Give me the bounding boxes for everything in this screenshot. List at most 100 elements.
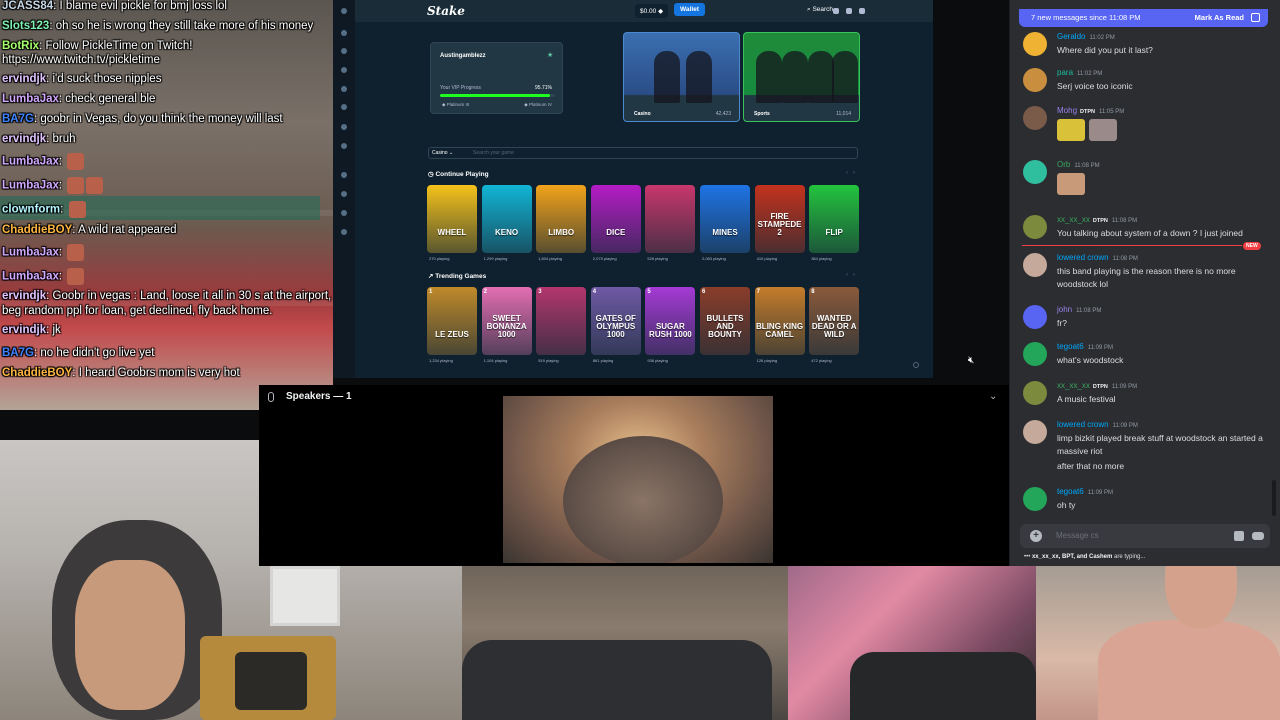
casino-banner[interactable]: Casino 42,423 bbox=[623, 32, 740, 122]
stake-logo[interactable]: Stake bbox=[427, 4, 465, 18]
discord-message[interactable]: john 11:08 PM fr? bbox=[1023, 305, 1273, 345]
mute-icon[interactable]: 🔇︎ bbox=[968, 355, 974, 366]
chat-username[interactable]: LumbaJax bbox=[2, 156, 59, 168]
user-icon[interactable] bbox=[833, 8, 839, 14]
discord-message[interactable]: Orb 11:08 PM bbox=[1023, 160, 1273, 200]
message-author[interactable]: Geraldo bbox=[1057, 32, 1085, 41]
search-category-select[interactable]: Casino ⌄ bbox=[432, 150, 453, 156]
chat-icon[interactable] bbox=[859, 8, 865, 14]
continue-playing-arrows[interactable]: ‹ › bbox=[846, 170, 855, 176]
wallet-balance[interactable]: $0.00 ◆ bbox=[635, 4, 669, 18]
chat-username[interactable]: ervindjk bbox=[2, 290, 46, 302]
chat-username[interactable]: Slots123 bbox=[2, 20, 49, 32]
message-placeholder[interactable]: Message cs bbox=[1056, 531, 1099, 540]
discord-message[interactable]: xx_xx_xx DTPN 11:08 PM You talking about sy… bbox=[1023, 215, 1273, 255]
emoji-image[interactable] bbox=[1057, 173, 1085, 195]
game-search-bar[interactable]: Casino ⌄ Search your game bbox=[428, 147, 858, 159]
sponsor-icon[interactable] bbox=[341, 191, 347, 197]
promotions-icon[interactable] bbox=[341, 104, 347, 110]
chat-username[interactable]: ChaddieBOY bbox=[2, 367, 72, 379]
user-avatar[interactable] bbox=[1023, 215, 1047, 239]
game-tile[interactable]: FLIP bbox=[809, 185, 860, 253]
message-author[interactable]: john bbox=[1057, 305, 1072, 314]
user-avatar[interactable] bbox=[1023, 342, 1047, 366]
message-author[interactable]: tegoat6 bbox=[1057, 342, 1084, 351]
message-author[interactable]: lowered crown bbox=[1057, 253, 1109, 262]
game-tile[interactable]: 8 WANTED DEAD OR A WILD bbox=[809, 287, 860, 355]
message-author[interactable]: tegoat6 bbox=[1057, 487, 1084, 496]
discord-message[interactable]: para 11:02 PM Serj voice too iconic bbox=[1023, 68, 1273, 108]
discord-message[interactable]: lowered crown 11:09 PM limp bizkit played … bbox=[1023, 420, 1273, 471]
chat-username[interactable]: LumbaJax bbox=[2, 247, 59, 259]
game-tile[interactable]: 2 SWEET BONANZA 1000 bbox=[481, 287, 532, 355]
chat-username[interactable]: BA7G bbox=[2, 347, 34, 359]
live-support-icon[interactable] bbox=[341, 210, 347, 216]
discord-message[interactable]: tegoat6 11:09 PM oh ty bbox=[1023, 487, 1273, 527]
chat-username[interactable]: ervindjk bbox=[2, 133, 46, 145]
user-avatar[interactable] bbox=[1023, 32, 1047, 56]
casino-icon[interactable] bbox=[341, 30, 347, 36]
chat-username[interactable]: LumbaJax bbox=[2, 271, 59, 283]
notifications-icon[interactable] bbox=[846, 8, 852, 14]
game-tile[interactable]: DICE bbox=[590, 185, 641, 253]
game-tile[interactable] bbox=[645, 185, 696, 253]
game-tile[interactable]: 6 BULLETS AND BOUNTY bbox=[700, 287, 750, 355]
user-avatar[interactable] bbox=[1023, 253, 1047, 277]
refresh-icon[interactable] bbox=[913, 362, 919, 368]
user-avatar[interactable] bbox=[1023, 487, 1047, 511]
game-tile[interactable]: 7 BLING KING CAMEL bbox=[754, 287, 805, 355]
mark-as-read-button[interactable]: Mark As Read bbox=[1195, 13, 1244, 22]
emoji-image[interactable] bbox=[1089, 119, 1117, 141]
user-avatar[interactable] bbox=[1023, 381, 1047, 405]
message-author[interactable]: xx_xx_xx bbox=[1057, 381, 1090, 390]
discord-message[interactable]: tegoat6 11:09 PM what's woodstock bbox=[1023, 342, 1273, 382]
chat-username[interactable]: ChaddieBOY bbox=[2, 224, 72, 236]
new-messages-bar[interactable]: 7 new messages since 11:08 PM Mark As Re… bbox=[1019, 9, 1268, 27]
user-avatar[interactable] bbox=[1023, 160, 1047, 184]
game-tile[interactable]: KENO bbox=[481, 185, 532, 253]
forum-icon[interactable] bbox=[341, 172, 347, 178]
discord-message[interactable]: Geraldo 11:02 PM Where did you put it last… bbox=[1023, 32, 1273, 72]
game-tile[interactable]: WHEEL bbox=[427, 185, 477, 253]
gift-icon[interactable] bbox=[1234, 531, 1244, 541]
discord-message[interactable]: lowered crown 11:08 PM this band playing i… bbox=[1023, 253, 1273, 293]
discord-message[interactable]: xx_xx_xx DTPN 11:09 PM A music festival bbox=[1023, 381, 1273, 421]
favorites-icon[interactable] bbox=[341, 67, 347, 73]
chat-username[interactable]: BotRix bbox=[2, 40, 39, 52]
language-icon[interactable] bbox=[341, 229, 347, 235]
chat-username[interactable]: BA7G bbox=[2, 113, 34, 125]
wallet-button[interactable]: Wallet bbox=[674, 3, 705, 16]
blog-icon[interactable] bbox=[341, 143, 347, 149]
message-author[interactable]: Orb bbox=[1057, 160, 1070, 169]
chat-username[interactable]: ervindjk bbox=[2, 324, 46, 336]
chat-username[interactable]: LumbaJax bbox=[2, 93, 59, 105]
recent-icon[interactable] bbox=[341, 86, 347, 92]
vip-progress-card[interactable]: Austingamblezz ★ Your VIP Progress 95.71… bbox=[430, 42, 563, 114]
game-tile[interactable]: 1 LE ZEUS bbox=[427, 287, 477, 355]
sports-banner[interactable]: Sports 11,014 bbox=[743, 32, 860, 122]
hamster-video-stream[interactable] bbox=[503, 396, 773, 563]
chat-username[interactable]: ervindjk bbox=[2, 73, 46, 85]
mark-read-icon[interactable] bbox=[1251, 13, 1260, 22]
game-tile[interactable]: 3 bbox=[536, 287, 587, 355]
chat-username[interactable]: LumbaJax bbox=[2, 180, 59, 192]
gamepad-icon[interactable] bbox=[1252, 532, 1264, 540]
emoji-image[interactable] bbox=[1057, 119, 1085, 141]
game-tile[interactable]: MINES bbox=[700, 185, 750, 253]
game-tile[interactable]: FIRE STAMPEDE 2 bbox=[754, 185, 805, 253]
user-avatar[interactable] bbox=[1023, 305, 1047, 329]
game-tile[interactable]: 5 SUGAR RUSH 1000 bbox=[645, 287, 696, 355]
message-author[interactable]: Mohg bbox=[1057, 106, 1077, 115]
trending-games-arrows[interactable]: ‹ › bbox=[846, 272, 855, 278]
chat-username[interactable]: JCASS84 bbox=[2, 0, 53, 12]
search-button[interactable]: ⌕ Search bbox=[807, 6, 833, 14]
message-author[interactable]: xx_xx_xx bbox=[1057, 215, 1090, 224]
vip-icon[interactable] bbox=[341, 124, 347, 130]
user-avatar[interactable] bbox=[1023, 106, 1047, 130]
game-tile[interactable]: 4 GATES OF OLYMPUS 1000 bbox=[590, 287, 641, 355]
sports-icon[interactable] bbox=[341, 48, 347, 54]
add-attachment-icon[interactable]: + bbox=[1030, 530, 1042, 542]
user-avatar[interactable] bbox=[1023, 420, 1047, 444]
game-tile[interactable]: LIMBO bbox=[536, 185, 587, 253]
chevron-down-icon[interactable]: ⌄ bbox=[989, 391, 997, 402]
